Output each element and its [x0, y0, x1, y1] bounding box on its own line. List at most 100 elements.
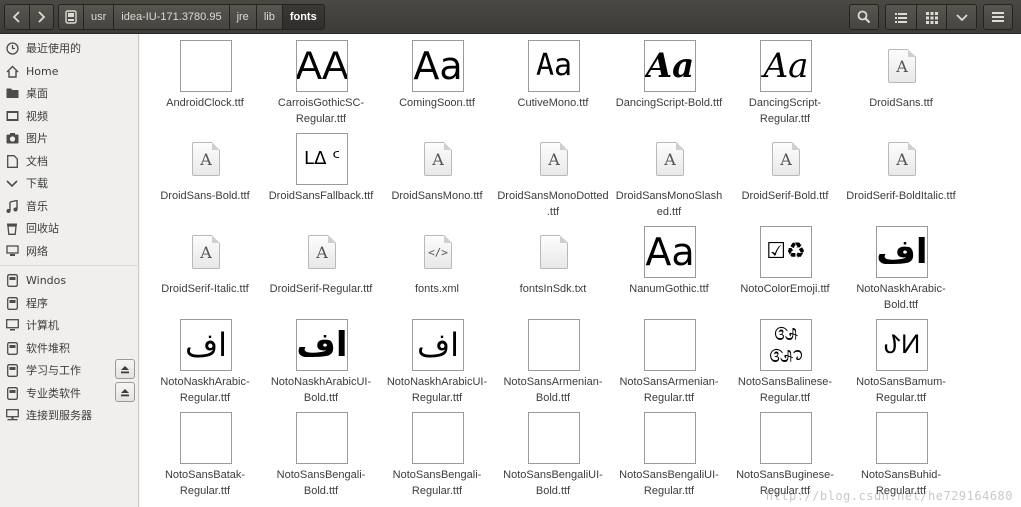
file-icon-glyph: A: [548, 149, 560, 169]
crumb-lib[interactable]: lib: [255, 5, 282, 29]
file-name-label: NotoColorEmoji.ttf: [740, 283, 830, 295]
file-icon-glyph: A: [200, 149, 212, 169]
text-file-icon: [540, 235, 568, 269]
sidebar-item-network[interactable]: 网络: [0, 240, 139, 262]
font-preview-thumbnail: [876, 412, 928, 464]
file-name-label: NotoNaskhArabic-Regular.ttf: [160, 376, 250, 404]
file-name-label: DroidSerif-Bold.ttf: [741, 190, 829, 202]
menu-button[interactable]: [983, 4, 1013, 30]
search-button[interactable]: [849, 4, 879, 30]
download-icon: [5, 176, 19, 190]
sidebar-item-programs[interactable]: 程序: [0, 292, 139, 314]
file-name-label: DroidSansFallback.ttf: [268, 190, 374, 202]
crumb-idea[interactable]: idea-IU-171.3780.95: [113, 5, 229, 29]
file-name-label: DroidSans-Bold.ttf: [160, 190, 250, 202]
sidebar-item-computer[interactable]: 计算机: [0, 314, 139, 336]
sidebar-item-desktop[interactable]: 桌面: [0, 82, 139, 104]
sidebar-item-home[interactable]: Home: [0, 60, 139, 82]
font-file-icon: A: [540, 142, 568, 176]
network-icon: [5, 244, 19, 258]
sidebar-item-recent[interactable]: 最近使用的: [0, 37, 139, 59]
sidebar-item-label: Home: [26, 64, 59, 78]
drive-icon: [5, 386, 19, 400]
list-view-button[interactable]: [886, 5, 916, 29]
file-icon-glyph: A: [896, 149, 908, 169]
file-name-label: NotoSansBamum-Regular.ttf: [856, 376, 946, 404]
eject-button[interactable]: [115, 382, 135, 402]
sidebar-item-label: 网络: [26, 245, 48, 258]
sidebar-item-label: 专业类软件: [26, 387, 81, 400]
back-button[interactable]: [5, 5, 29, 29]
font-preview-glyph: Aa: [645, 46, 695, 86]
sidebar-item-label: 学习与工作: [26, 364, 81, 377]
sidebar-item-pictures[interactable]: 图片: [0, 127, 139, 149]
sidebar-item-study-work[interactable]: 学习与工作: [0, 359, 139, 381]
drive-icon: [65, 10, 77, 24]
font-preview-glyph: Aa: [763, 46, 809, 86]
file-icon-glyph: A: [432, 149, 444, 169]
file-grid: http://blog.csdn.net/he729164680 Android…: [140, 34, 1021, 507]
view-options-button[interactable]: [946, 5, 976, 29]
crumb-usr[interactable]: usr: [83, 5, 114, 29]
crumb-jre[interactable]: jre: [228, 5, 256, 29]
home-icon: [5, 64, 19, 78]
file-icon-glyph: A: [780, 149, 792, 169]
document-icon: [5, 154, 19, 168]
font-preview-thumbnail: [412, 412, 464, 464]
eject-button[interactable]: [115, 359, 135, 379]
sidebar-item-label: 文档: [26, 155, 48, 168]
trash-icon: [5, 221, 19, 235]
sidebar-item-label: 计算机: [26, 319, 59, 332]
sidebar-item-videos[interactable]: 视频: [0, 105, 139, 127]
drive-icon: [5, 363, 19, 377]
file-name-label: NotoSansBengaliUI-Regular.ttf: [619, 469, 719, 497]
grid-view-button[interactable]: [916, 5, 946, 29]
file-name-label: NotoSansBatak-Regular.ttf: [164, 469, 246, 497]
chevron-left-icon: [12, 11, 20, 23]
sidebar-item-label: 连接到服务器: [26, 409, 92, 422]
file-name-label: NotoSansBuginese-Regular.ttf: [736, 469, 834, 497]
clock-icon: [5, 41, 19, 55]
font-preview-thumbnail: ᬅᬆ: [760, 319, 812, 371]
font-preview-thumbnail: اف: [180, 319, 232, 371]
sidebar-item-label: 桌面: [26, 87, 48, 100]
font-preview-glyph: AA: [296, 44, 348, 88]
font-file-icon: A: [308, 235, 336, 269]
sidebar-item-downloads[interactable]: 下载: [0, 172, 139, 194]
file-name-label: NotoNaskhArabic-Bold.ttf: [856, 283, 946, 311]
file-name-label: NotoNaskhArabicUI-Bold.ttf: [270, 376, 372, 404]
video-icon: [5, 109, 19, 123]
font-preview-thumbnail: Aa: [644, 40, 696, 92]
font-file-icon: A: [424, 142, 452, 176]
file-name-label: DroidSerif-BoldItalic.ttf: [846, 190, 956, 202]
server-icon: [5, 408, 19, 422]
forward-button[interactable]: [28, 5, 53, 29]
drive-icon: [5, 341, 19, 355]
font-preview-thumbnail: Aa: [528, 40, 580, 92]
file-name-label: NotoSansBengaliUI-Bold.ttf: [503, 469, 603, 497]
font-preview-glyph: اف: [184, 326, 228, 364]
crumb-root[interactable]: [59, 5, 83, 29]
sidebar-item-label: Windos: [26, 273, 67, 287]
sidebar-item-music[interactable]: 音乐: [0, 195, 139, 217]
font-preview-thumbnail: [528, 412, 580, 464]
list-icon: [895, 13, 907, 23]
xml-file-icon: </>: [424, 235, 452, 269]
sidebar-item-professional[interactable]: 专业类软件: [0, 382, 139, 404]
sidebar-item-connect-server[interactable]: 连接到服务器: [0, 404, 139, 426]
sidebar-item-documents[interactable]: 文档: [0, 150, 139, 172]
crumb-fonts[interactable]: fonts: [281, 5, 324, 29]
sidebar-item-label: 最近使用的: [26, 42, 81, 55]
sidebar-item-windos[interactable]: Windos: [0, 269, 139, 291]
font-preview-glyph: ꚠꚡ: [883, 330, 921, 360]
file-name-label: DancingScript-Bold.ttf: [615, 97, 723, 109]
sidebar-item-software[interactable]: 软件堆积: [0, 337, 139, 359]
view-switcher: [885, 4, 977, 30]
folder-icon: [5, 86, 19, 100]
file-name-label: NotoSansArmenian-Bold.ttf: [503, 376, 603, 404]
font-preview-glyph: اف: [876, 232, 928, 272]
sidebar-item-trash[interactable]: 回收站: [0, 217, 139, 239]
font-file-icon: A: [888, 142, 916, 176]
file-name-label: CarroisGothicSC-Regular.ttf: [277, 97, 365, 125]
sidebar-separator: [0, 265, 139, 266]
